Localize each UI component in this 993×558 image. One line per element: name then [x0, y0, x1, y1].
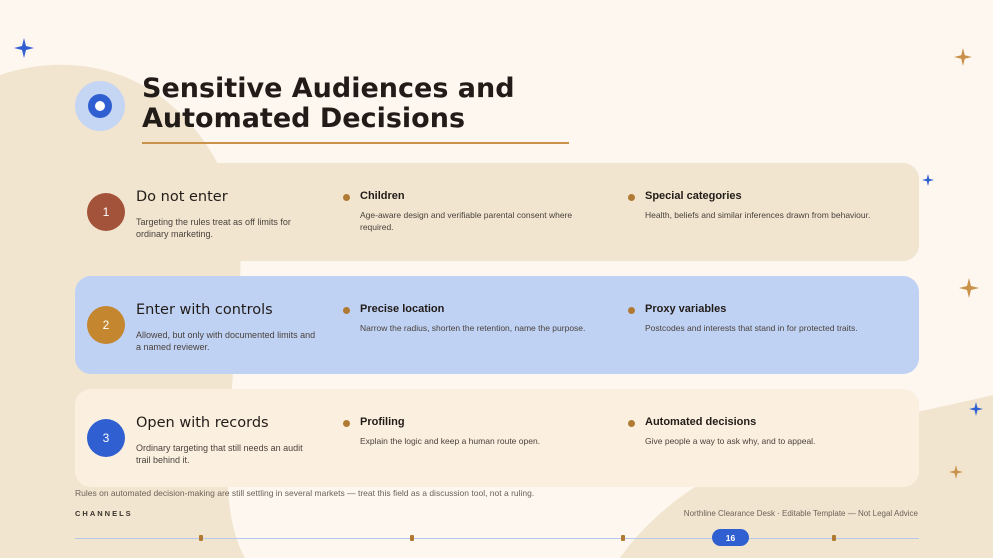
- item-description: Narrow the radius, shorten the retention…: [360, 323, 586, 333]
- sparkle-icon: [922, 174, 934, 186]
- title-divider: [142, 142, 569, 144]
- item-description: Age-aware design and verifiable parental…: [360, 210, 573, 232]
- tier-description: Ordinary targeting that still needs an a…: [136, 443, 303, 465]
- sparkle-icon: [949, 465, 963, 479]
- timeline-tick: [621, 535, 625, 541]
- tier-row-do-not-enter: 1 Do not enter Targeting the rules treat…: [75, 163, 919, 261]
- timeline-tick: [199, 535, 203, 541]
- tier-row-open-with-records: 3 Open with records Ordinary targeting t…: [75, 389, 919, 487]
- bullet-dot: [343, 307, 350, 314]
- timeline-tick: [832, 535, 836, 541]
- tier-number-badge: 1: [87, 193, 125, 231]
- sparkle-icon: [14, 38, 34, 58]
- item-title: Automated decisions: [645, 416, 757, 428]
- sparkle-icon: [959, 278, 979, 298]
- tier-description: Allowed, but only with documented limits…: [136, 330, 316, 352]
- item-title: Precise location: [360, 303, 445, 315]
- page-title: Sensitive Audiences and Automated Decisi…: [142, 73, 515, 134]
- tier-number-badge: 2: [87, 306, 125, 344]
- page-number-badge: 16: [712, 529, 749, 546]
- item-description: Health, beliefs and similar inferences d…: [645, 210, 871, 220]
- item-description: Give people a way to ask why, and to app…: [645, 436, 816, 446]
- tier-row-enter-with-controls: 2 Enter with controls Allowed, but only …: [75, 276, 919, 374]
- tier-title: Open with records: [136, 415, 269, 431]
- item-title: Special categories: [645, 190, 742, 202]
- tier-title: Do not enter: [136, 189, 228, 205]
- tier-title: Enter with controls: [136, 302, 273, 318]
- section-label: CHANNELS: [75, 509, 133, 518]
- tier-description: Targeting the rules treat as off limits …: [136, 217, 291, 239]
- sparkle-icon: [969, 402, 983, 416]
- sparkle-icon: [954, 48, 972, 66]
- item-title: Profiling: [360, 416, 405, 428]
- item-title: Proxy variables: [645, 303, 727, 315]
- bullet-dot: [628, 194, 635, 201]
- item-title: Children: [360, 190, 405, 202]
- item-description: Postcodes and interests that stand in fo…: [645, 323, 858, 333]
- bullet-dot: [343, 194, 350, 201]
- bullet-dot: [628, 420, 635, 427]
- target-icon: [75, 81, 125, 131]
- footnote: Rules on automated decision-making are s…: [75, 488, 535, 498]
- item-description: Explain the logic and keep a human route…: [360, 436, 541, 446]
- timeline-tick: [410, 535, 414, 541]
- bullet-dot: [628, 307, 635, 314]
- bullet-dot: [343, 420, 350, 427]
- footer-brand: Northline Clearance Desk · Editable Temp…: [683, 509, 918, 518]
- tier-number-badge: 3: [87, 419, 125, 457]
